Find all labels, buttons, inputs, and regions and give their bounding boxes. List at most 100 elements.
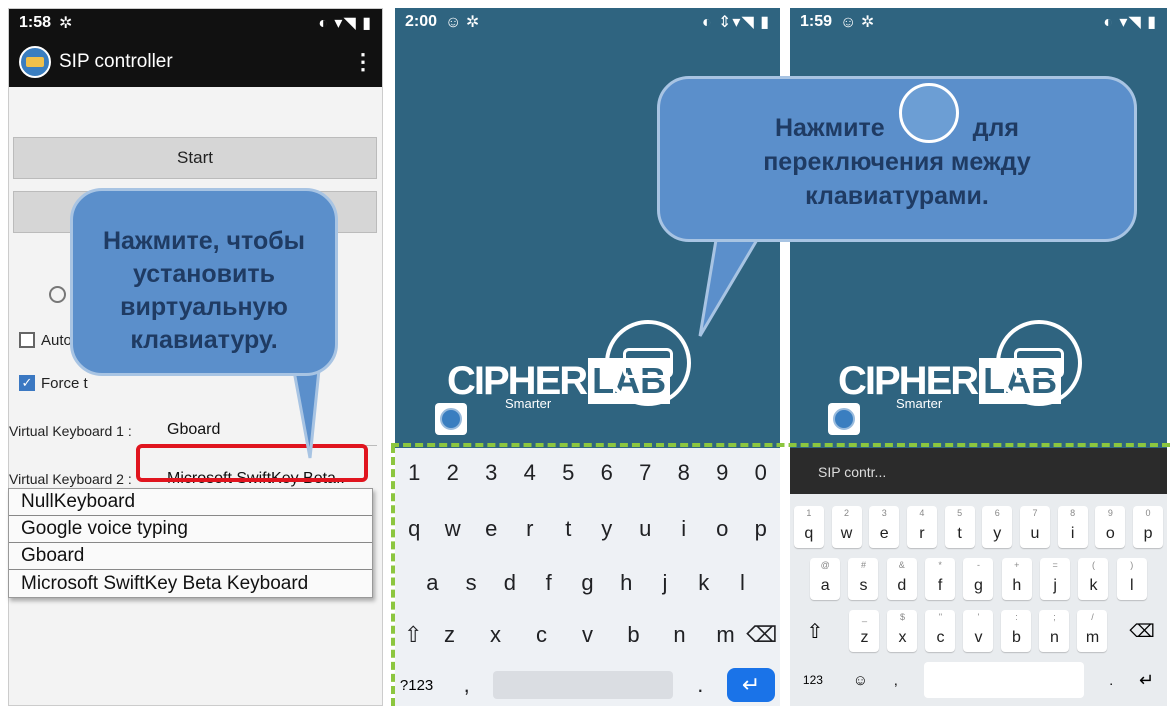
emoji-icon[interactable]: ☺ [853,672,868,689]
key-label: x [898,629,907,646]
sip-app-icon[interactable] [828,403,860,435]
shift-key[interactable]: ⇧ [396,622,430,648]
space-key[interactable] [923,662,1084,698]
key-e[interactable]: 3e [869,506,900,548]
key-e[interactable]: e [474,516,508,542]
key-z[interactable]: _ z [849,610,880,652]
key-3[interactable]: 3 [474,460,508,486]
key-s[interactable]: s [454,570,488,596]
key-8[interactable]: 8 [667,460,701,486]
key-l[interactable]: ) l [1116,558,1147,600]
vk1-select[interactable]: Gboard [167,421,220,439]
numbers-key[interactable]: 123 [803,673,827,687]
enter-key[interactable]: ↵ [1139,670,1154,691]
period-key[interactable]: . [1109,672,1113,688]
radio-button[interactable] [49,286,66,303]
key-c[interactable]: " c [925,610,956,652]
sip-app-icon[interactable] [435,403,467,435]
start-button[interactable]: Start [13,137,377,179]
backspace-key[interactable]: ⌫ [1127,621,1157,642]
key-6[interactable]: 6 [590,460,624,486]
key-i[interactable]: i [667,516,701,542]
key-7[interactable]: 7 [628,460,662,486]
key-g[interactable]: -g [963,558,994,600]
key-p[interactable]: 0p [1133,506,1164,548]
key-0[interactable]: 0 [744,460,778,486]
key-k[interactable]: (k [1078,558,1109,600]
key-m[interactable]: / m [1077,610,1108,652]
key-b[interactable]: b [616,622,650,648]
key-v[interactable]: v [570,622,604,648]
key-4[interactable]: 4 [513,460,547,486]
key-9[interactable]: 9 [705,460,739,486]
key-a[interactable]: @ a [810,558,841,600]
key-q[interactable]: 1q [793,506,824,548]
backspace-key[interactable]: ⌫ [745,622,779,648]
key-h[interactable]: + h [1001,558,1032,600]
key-u[interactable]: 7u [1019,506,1050,548]
key-y[interactable]: y [590,516,624,542]
key-l[interactable]: l [726,570,760,596]
key-n[interactable]: ; n [1039,610,1070,652]
overflow-menu-icon[interactable]: ⋮ [352,49,374,75]
key-i[interactable]: 8i [1057,506,1088,548]
symbols-key[interactable]: ?123 [400,677,440,694]
key-g[interactable]: g [570,570,604,596]
enter-key[interactable]: ↵ [727,668,776,702]
key-j[interactable]: = j [1040,558,1071,600]
shift-key[interactable]: ⇧ [800,619,830,644]
key-o[interactable]: o [705,516,739,542]
key-q[interactable]: q [397,516,431,542]
key-t[interactable]: t [551,516,585,542]
key-b[interactable]: :b [1001,610,1032,652]
key-a[interactable]: a [415,570,449,596]
keyboard-highlight-top [391,443,1170,447]
comma-key[interactable]: , [450,672,484,698]
period-key[interactable]: . [683,672,717,698]
keyboard-switch-icon [605,320,691,406]
dropdown-option[interactable]: NullKeyboard [9,489,372,516]
key-1[interactable]: 1 [397,460,431,486]
key-w[interactable]: 2w [831,506,862,548]
dropdown-option[interactable]: Gboard [9,543,372,570]
key-u[interactable]: u [628,516,662,542]
key-o[interactable]: 9o [1095,506,1126,548]
notification-icons: ☺ ✲ [445,14,480,31]
key-t[interactable]: 5t [944,506,975,548]
key-f[interactable]: * f [925,558,956,600]
auto-checkbox[interactable] [19,332,35,348]
key-w[interactable]: w [436,516,470,542]
key-k[interactable]: k [687,570,721,596]
suggestion-bar[interactable]: SIP contr... [790,448,1167,494]
force-checkbox[interactable]: ✓ [19,375,35,391]
key-h[interactable]: h [609,570,643,596]
key-x[interactable]: $ x [887,610,918,652]
key-v[interactable]: ' v [963,610,994,652]
key-r[interactable]: 4r [906,506,937,548]
key-label: o [1105,525,1115,542]
vk2-label: Virtual Keyboard 2 : [9,471,132,487]
dropdown-option[interactable]: Google voice typing [9,516,372,543]
key-d[interactable]: d [493,570,527,596]
dropdown-option[interactable]: Microsoft SwiftKey Beta Keyboard [9,570,372,597]
key-c[interactable]: c [524,622,558,648]
key-f[interactable]: f [532,570,566,596]
key-y[interactable]: 6y [982,506,1013,548]
key-p[interactable]: p [744,516,778,542]
status-time: 1:59 [800,13,833,30]
key-2[interactable]: 2 [436,460,470,486]
key-z[interactable]: z [432,622,466,648]
space-key[interactable] [493,671,674,699]
key-hint: * [938,560,942,570]
key-s[interactable]: # s [848,558,879,600]
key-m[interactable]: m [708,622,742,648]
key-x[interactable]: x [478,622,512,648]
key-5[interactable]: 5 [551,460,585,486]
auto-label: Auto [41,332,72,349]
key-n[interactable]: n [662,622,696,648]
key-r[interactable]: r [513,516,547,542]
key-hint: 6 [994,508,1000,518]
key-j[interactable]: j [648,570,682,596]
comma-key[interactable]: , [894,672,898,688]
key-d[interactable]: & d [886,558,917,600]
